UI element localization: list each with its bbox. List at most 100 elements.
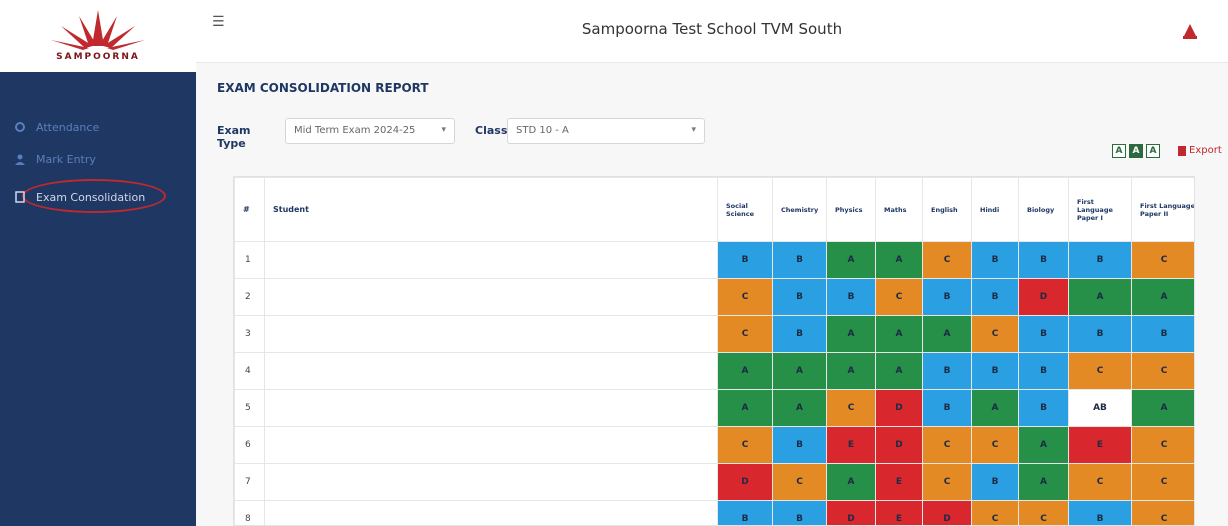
- grade-cell: A: [772, 389, 827, 427]
- grade-cell: B: [772, 278, 827, 316]
- grade-cell: D: [922, 500, 972, 525]
- grade-cell: C: [826, 389, 876, 427]
- student-name: [264, 352, 718, 390]
- sidebar-item-mark-entry[interactable]: Mark Entry: [12, 148, 96, 170]
- grade-cell: B: [717, 241, 773, 279]
- grade-cell: C: [1131, 352, 1194, 390]
- grade-cell: B: [772, 241, 827, 279]
- consolidation-table: # Student Social Science Chemistry Physi…: [233, 176, 1195, 526]
- sidebar-item-attendance[interactable]: Attendance: [12, 116, 99, 138]
- student-name: [264, 463, 718, 501]
- grade-cell: A: [1068, 278, 1132, 316]
- grade-cell: E: [875, 463, 923, 501]
- index-header: #: [234, 177, 265, 242]
- class-label: Class: [475, 124, 508, 137]
- grade-cell: C: [875, 278, 923, 316]
- grade-cell: B: [1068, 315, 1132, 353]
- grade-cell: A: [971, 389, 1019, 427]
- subject-header: English: [922, 177, 972, 242]
- grade-cell: AB: [1068, 389, 1132, 427]
- student-name: [264, 426, 718, 464]
- subject-header: Social Science: [717, 177, 773, 242]
- grade-cell: A: [772, 352, 827, 390]
- table-row: 2CBBCBBDAA: [234, 278, 1194, 316]
- font-size-medium-button[interactable]: A: [1129, 144, 1143, 158]
- student-name: [264, 315, 718, 353]
- grade-cell: C: [717, 278, 773, 316]
- page-title: EXAM CONSOLIDATION REPORT: [217, 81, 429, 95]
- grade-cell: C: [971, 426, 1019, 464]
- grade-cell: C: [922, 426, 972, 464]
- student-name: [264, 500, 718, 525]
- grade-cell: A: [875, 315, 923, 353]
- grade-cell: A: [1131, 278, 1194, 316]
- grade-cell: B: [1068, 241, 1132, 279]
- subject-header: First Language Paper II: [1131, 177, 1194, 242]
- grade-cell: B: [1018, 241, 1069, 279]
- grade-cell: B: [717, 500, 773, 525]
- grade-cell: D: [826, 500, 876, 525]
- chevron-down-icon: ▾: [441, 125, 446, 135]
- gear-icon: [12, 119, 28, 135]
- export-icon: [1178, 145, 1186, 156]
- grade-cell: A: [922, 315, 972, 353]
- subject-header: Chemistry: [772, 177, 827, 242]
- font-size-small-button[interactable]: A: [1112, 144, 1126, 158]
- sidebar-item-label: Exam Consolidation: [36, 190, 146, 204]
- exam-type-select[interactable]: Mid Term Exam 2024-25 ▾: [285, 118, 455, 144]
- grade-cell: C: [717, 426, 773, 464]
- grade-cell: C: [1131, 241, 1194, 279]
- grade-cell: B: [1131, 315, 1194, 353]
- student-header: Student: [264, 177, 718, 242]
- sampoorna-logo: [51, 10, 145, 50]
- grade-cell: E: [875, 500, 923, 525]
- font-size-controls: A A A: [1112, 144, 1160, 158]
- grade-cell: E: [1068, 426, 1132, 464]
- grade-cell: B: [826, 278, 876, 316]
- grade-cell: B: [1018, 389, 1069, 427]
- grade-cell: A: [875, 241, 923, 279]
- grade-cell: D: [875, 389, 923, 427]
- sidebar: SAMPOORNA Attendance Mark Entry Exam Con…: [0, 0, 196, 526]
- export-button[interactable]: Export: [1178, 145, 1222, 156]
- brand-name: SAMPOORNA: [56, 52, 140, 62]
- subject-header: Maths: [875, 177, 923, 242]
- grade-cell: A: [1018, 463, 1069, 501]
- top-bar: ☰ Sampoorna Test School TVM South: [196, 0, 1228, 63]
- table-body: 1BBAACBBBC2CBBCBBDAA3CBAAACBBB4AAAABBBCC…: [234, 241, 1194, 525]
- sidebar-item-label: Mark Entry: [36, 152, 96, 166]
- grade-cell: C: [922, 463, 972, 501]
- grade-cell: C: [717, 315, 773, 353]
- table-row: 4AAAABBBCC: [234, 352, 1194, 390]
- row-number: 8: [234, 500, 265, 525]
- grade-cell: B: [922, 278, 972, 316]
- grade-cell: B: [971, 352, 1019, 390]
- grade-cell: C: [1018, 500, 1069, 525]
- student-name: [264, 278, 718, 316]
- grade-cell: D: [875, 426, 923, 464]
- grade-cell: A: [826, 352, 876, 390]
- table-row: 1BBAACBBBC: [234, 241, 1194, 279]
- grade-cell: D: [717, 463, 773, 501]
- class-value: STD 10 - A: [516, 125, 569, 136]
- exam-type-value: Mid Term Exam 2024-25: [294, 125, 416, 136]
- user-icon: [12, 151, 28, 167]
- grade-cell: C: [922, 241, 972, 279]
- grade-cell: C: [1131, 500, 1194, 525]
- grade-cell: B: [971, 278, 1019, 316]
- grade-cell: B: [1068, 500, 1132, 525]
- avatar-icon[interactable]: [1180, 22, 1200, 42]
- sidebar-item-exam-consolidation[interactable]: Exam Consolidation: [12, 186, 145, 208]
- export-label: Export: [1189, 145, 1222, 156]
- row-number: 4: [234, 352, 265, 390]
- font-size-large-button[interactable]: A: [1146, 144, 1160, 158]
- row-number: 5: [234, 389, 265, 427]
- table-row: 7DCAECBACC: [234, 463, 1194, 501]
- grade-cell: C: [772, 463, 827, 501]
- grade-cell: A: [1131, 389, 1194, 427]
- grade-cell: B: [922, 352, 972, 390]
- class-select[interactable]: STD 10 - A ▾: [507, 118, 705, 144]
- grade-cell: B: [772, 315, 827, 353]
- chevron-down-icon: ▾: [691, 125, 696, 135]
- grade-cell: A: [717, 352, 773, 390]
